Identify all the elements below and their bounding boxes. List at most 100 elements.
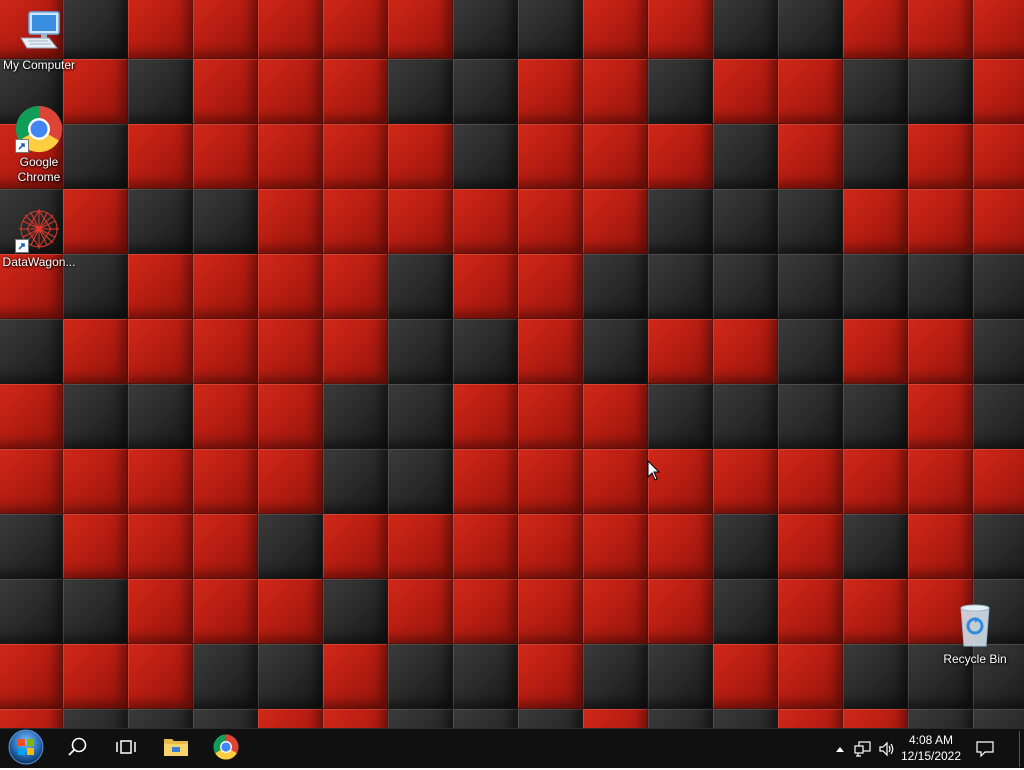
wallpaper-cube	[778, 644, 843, 709]
wallpaper-cube	[583, 644, 648, 709]
wallpaper-cube	[583, 319, 648, 384]
wallpaper-cube	[128, 189, 193, 254]
wallpaper-cube	[323, 0, 388, 59]
desktop: My Computer Google Chrome DataWagon... R…	[0, 0, 1024, 728]
wallpaper-cube	[908, 514, 973, 579]
desktop-icon-my-computer[interactable]: My Computer	[0, 8, 78, 73]
desktop-icon-recycle-bin[interactable]: Recycle Bin	[936, 602, 1014, 667]
wallpaper-cube	[453, 0, 518, 59]
search-button[interactable]	[54, 729, 102, 769]
wallpaper-cube	[258, 124, 323, 189]
wallpaper-cube	[193, 319, 258, 384]
wallpaper-cube	[63, 709, 128, 728]
start-button[interactable]	[2, 729, 50, 769]
wallpaper-cube	[453, 319, 518, 384]
wallpaper-cube	[128, 59, 193, 124]
wallpaper-cube	[258, 579, 323, 644]
wallpaper-cube	[713, 59, 778, 124]
wallpaper-cube	[778, 124, 843, 189]
wallpaper-cube	[453, 254, 518, 319]
show-desktop-divider	[1018, 731, 1020, 767]
wallpaper-cube	[323, 579, 388, 644]
wallpaper-cube	[713, 579, 778, 644]
wallpaper-cube	[323, 514, 388, 579]
wallpaper-cube	[453, 59, 518, 124]
wallpaper-cube	[583, 0, 648, 59]
wallpaper-cube	[323, 59, 388, 124]
network-button[interactable]	[852, 729, 874, 769]
wallpaper-cube	[648, 514, 713, 579]
wallpaper-cube	[583, 579, 648, 644]
desktop-icon-datawagon[interactable]: DataWagon...	[0, 205, 78, 270]
wallpaper-cube	[63, 644, 128, 709]
desktop-icon-label: My Computer	[2, 58, 76, 72]
wallpaper-cube	[258, 59, 323, 124]
wallpaper-cube	[193, 579, 258, 644]
wallpaper-cube	[518, 449, 583, 514]
wallpaper-cube	[843, 644, 908, 709]
wallpaper-cube	[518, 514, 583, 579]
wallpaper-cube	[453, 449, 518, 514]
wallpaper-cube	[128, 449, 193, 514]
mouse-cursor-icon	[647, 459, 661, 487]
wallpaper-cube	[193, 0, 258, 59]
wallpaper-cube	[713, 384, 778, 449]
wallpaper-cube	[388, 319, 453, 384]
file-explorer-button[interactable]	[152, 729, 200, 769]
wallpaper-cube	[713, 189, 778, 254]
show-hidden-icons-button[interactable]	[830, 729, 850, 769]
action-center-button[interactable]	[972, 729, 998, 769]
wallpaper-cube	[453, 189, 518, 254]
wallpaper-cube	[713, 0, 778, 59]
wallpaper-cube	[843, 709, 908, 728]
wallpaper-cube	[713, 254, 778, 319]
wallpaper-cube	[973, 59, 1024, 124]
wallpaper-cube	[258, 254, 323, 319]
desktop-icon-label: DataWagon...	[2, 255, 76, 269]
wallpaper-cube	[128, 384, 193, 449]
wallpaper-cube	[648, 189, 713, 254]
wallpaper-cube	[128, 0, 193, 59]
wallpaper-cube	[0, 709, 63, 728]
computer-icon	[15, 8, 63, 56]
task-view-button[interactable]	[102, 729, 150, 769]
wallpaper-cube	[0, 384, 63, 449]
wallpaper-cube	[193, 59, 258, 124]
wallpaper-cube	[648, 709, 713, 728]
wallpaper-cube	[843, 124, 908, 189]
wallpaper-cube	[453, 644, 518, 709]
wallpaper-cube	[193, 124, 258, 189]
taskbar-chrome-button[interactable]	[202, 729, 250, 769]
clock[interactable]: 4:08 AM 12/15/2022	[896, 732, 966, 764]
wallpaper-cube	[258, 384, 323, 449]
wallpaper-cube	[193, 254, 258, 319]
wallpaper-cube	[323, 254, 388, 319]
wallpaper-cube	[518, 644, 583, 709]
wallpaper-cube	[648, 124, 713, 189]
wallpaper-cube	[908, 254, 973, 319]
wallpaper-cube	[713, 514, 778, 579]
wallpaper-cube	[778, 709, 843, 728]
wallpaper-cube	[648, 644, 713, 709]
wallpaper-cube	[518, 709, 583, 728]
desktop-icon-label: Google Chrome	[17, 155, 61, 184]
wallpaper-cube	[0, 319, 63, 384]
wallpaper-cube	[388, 0, 453, 59]
wallpaper-cube	[908, 0, 973, 59]
wallpaper-cube	[908, 189, 973, 254]
wallpaper-cube	[518, 579, 583, 644]
show-desktop-button[interactable]	[1016, 729, 1022, 769]
wallpaper-cube	[63, 319, 128, 384]
wallpaper-cube	[908, 124, 973, 189]
wallpaper-cube	[388, 124, 453, 189]
wallpaper-cube	[973, 189, 1024, 254]
volume-button[interactable]	[876, 729, 898, 769]
desktop-icon-google-chrome[interactable]: Google Chrome	[0, 105, 78, 185]
wallpaper-cube	[583, 124, 648, 189]
windows-logo-icon	[8, 729, 44, 770]
wallpaper-cube	[583, 59, 648, 124]
wallpaper-cube	[258, 709, 323, 728]
shortcut-arrow-icon	[15, 139, 29, 153]
wallpaper-cube	[258, 644, 323, 709]
wallpaper-cube	[258, 189, 323, 254]
